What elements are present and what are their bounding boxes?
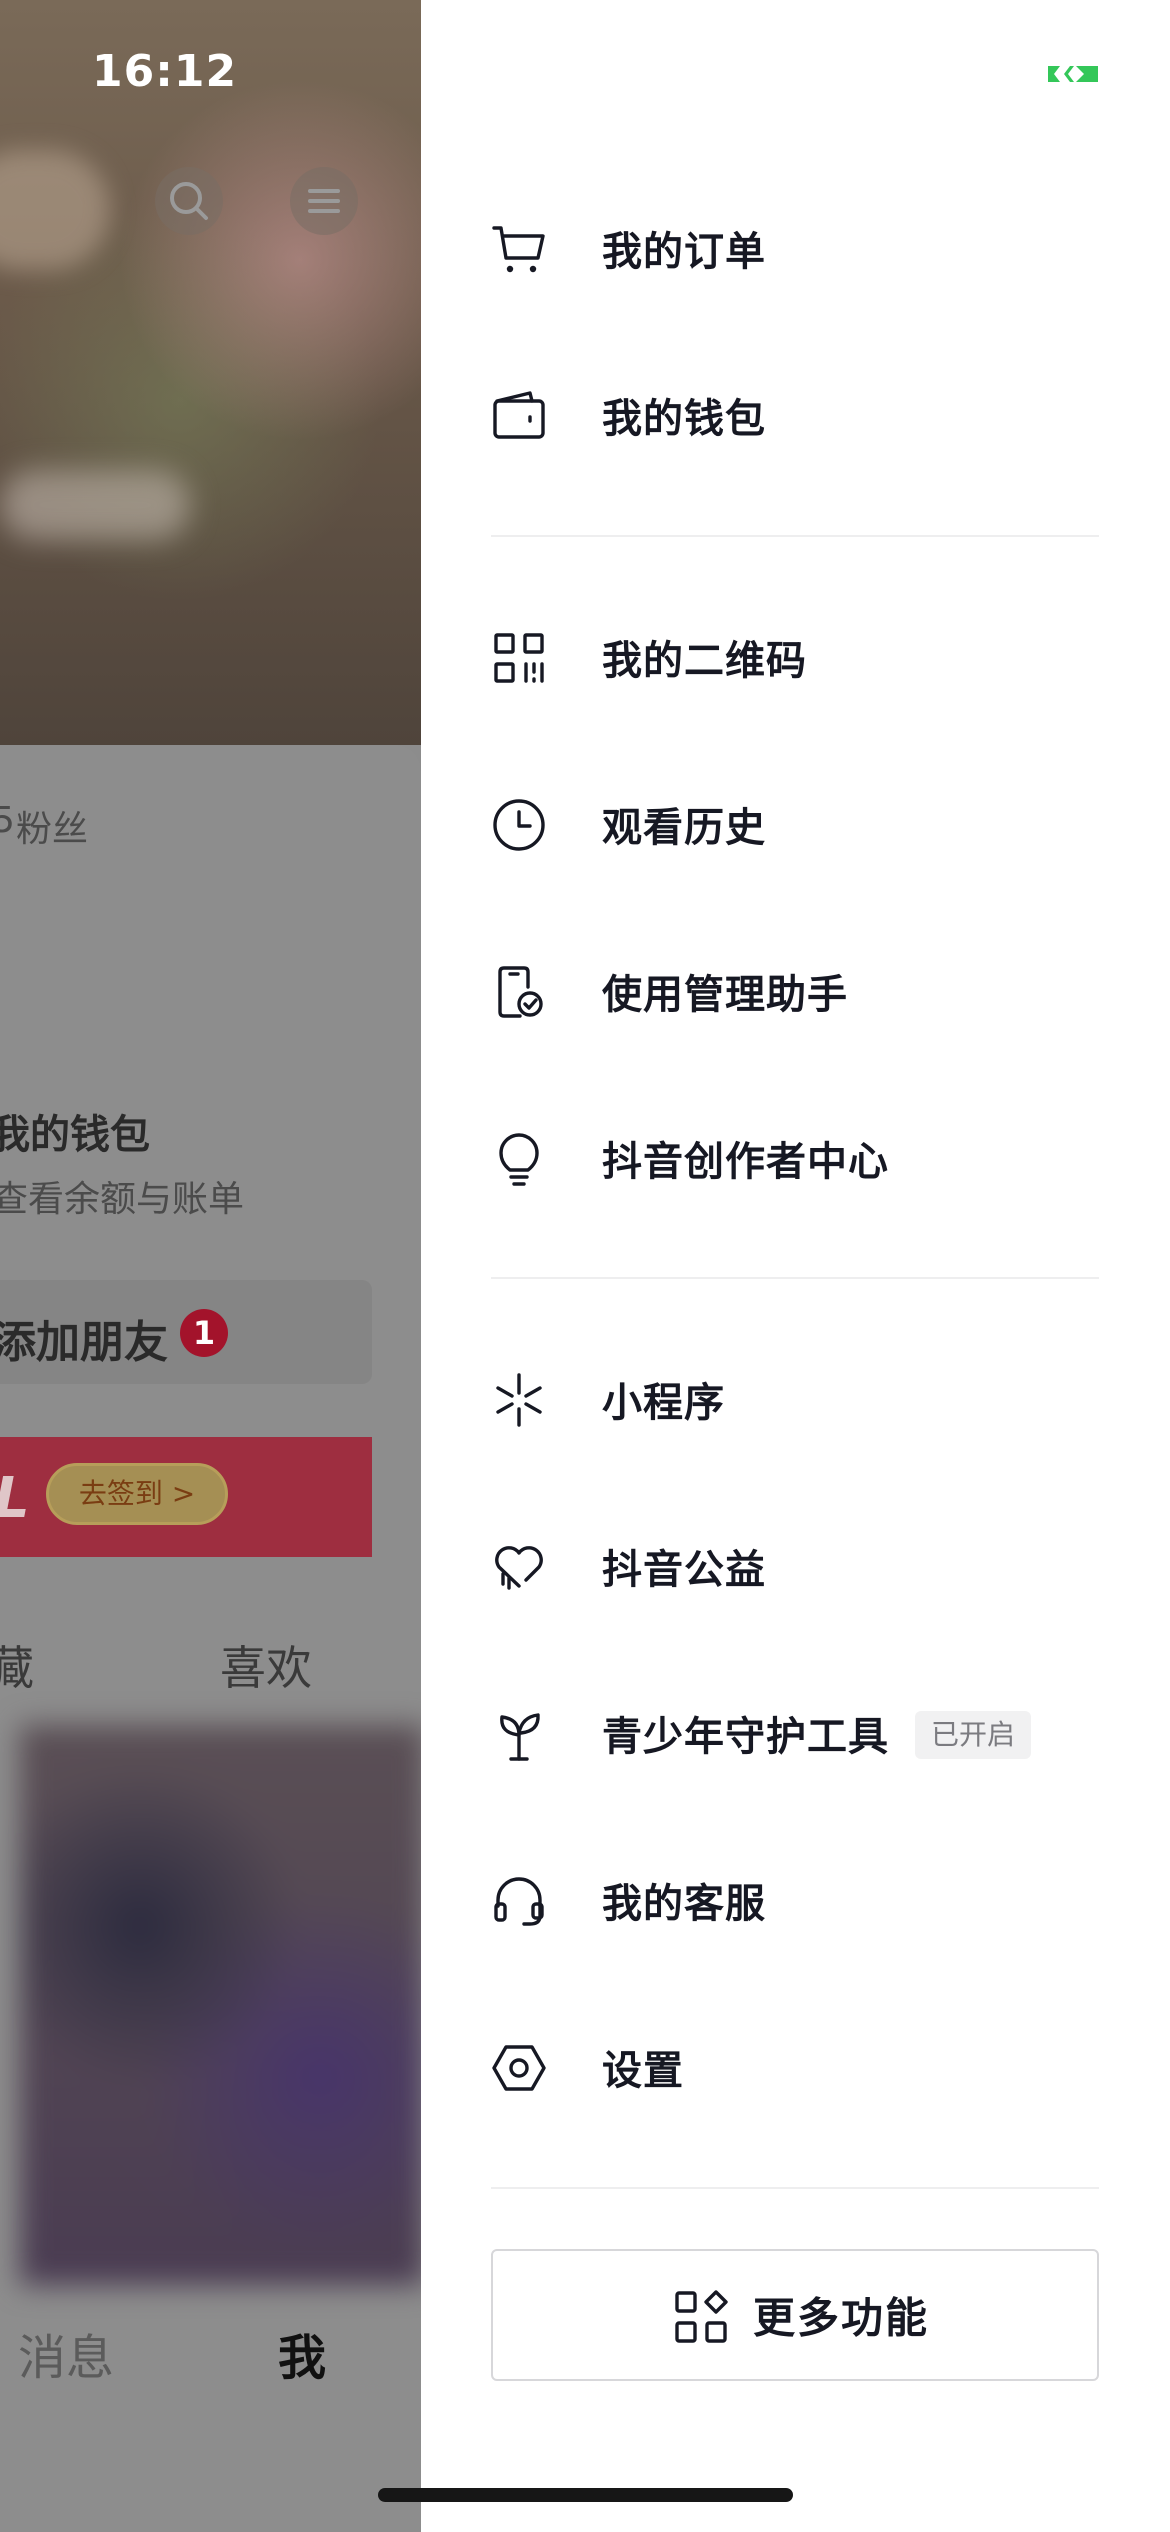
- menu-item-settings[interactable]: 设置: [490, 2017, 1110, 2117]
- profile-cover: 16:12: [0, 0, 421, 745]
- sprout-icon: [500, 1713, 540, 1761]
- more-features-label: 更多功能: [753, 2293, 930, 2343]
- qr-code-icon: [494, 633, 544, 683]
- video-thumbnail[interactable]: [20, 1725, 421, 2285]
- fans-label: 粉丝: [16, 809, 89, 850]
- background-profile-page: 16:12 5 粉丝 我的钱包 查看余额与账单 添加朋友 1 L 去签到 > 藏…: [0, 0, 421, 2532]
- wallet-icon: [493, 391, 545, 439]
- nav-me[interactable]: 我: [278, 2318, 326, 2388]
- apps-grid-icon: [675, 2290, 728, 2343]
- nav-messages[interactable]: 消息: [18, 2318, 114, 2388]
- menu-icon[interactable]: [288, 165, 360, 237]
- menu-item-label: 小程序: [602, 1380, 725, 1426]
- divider: [491, 535, 1099, 537]
- notification-badge: 1: [180, 1309, 228, 1357]
- lightbulb-icon: [499, 1133, 539, 1186]
- menu-item-label: 我的客服: [602, 1881, 766, 1927]
- menu-item-qr-code[interactable]: 我的二维码: [490, 607, 1110, 707]
- mini-program-icon: [496, 1373, 542, 1427]
- headset-icon: [494, 1877, 544, 1926]
- search-icon[interactable]: [153, 165, 225, 237]
- wallet-subtitle: 查看余额与账单: [0, 1179, 245, 1220]
- menu-item-label: 使用管理助手: [602, 972, 848, 1018]
- more-features-button[interactable]: 更多功能: [491, 2249, 1099, 2381]
- divider: [491, 1277, 1099, 1279]
- status-time: 16:12: [92, 46, 238, 97]
- menu-item-label: 我的二维码: [602, 638, 807, 684]
- menu-item-watch-history[interactable]: 观看历史: [490, 774, 1110, 874]
- menu-item-usage-manager[interactable]: 使用管理助手: [490, 941, 1110, 1041]
- menu-item-wallet[interactable]: 我的钱包: [490, 365, 1110, 465]
- menu-item-label: 我的订单: [602, 229, 766, 275]
- add-friends-label: 添加朋友: [0, 1317, 168, 1368]
- tab-likes[interactable]: 喜欢: [220, 1632, 312, 1698]
- cart-icon: [492, 226, 545, 273]
- menu-item-customer-service[interactable]: 我的客服: [490, 1850, 1110, 1950]
- menu-item-label: 抖音创作者中心: [602, 1139, 889, 1185]
- menu-item-label: 设置: [602, 2048, 684, 2094]
- clock-icon: [493, 799, 545, 851]
- settings-hexagon-icon: [492, 2045, 546, 2091]
- menu-item-label: 抖音公益: [602, 1547, 766, 1593]
- menu-item-label: 我的钱包: [602, 396, 766, 442]
- menu-item-mini-programs[interactable]: 小程序: [490, 1349, 1110, 1449]
- status-badge: 已开启: [915, 1711, 1031, 1759]
- menu-item-label: 观看历史: [602, 805, 766, 851]
- menu-item-orders[interactable]: 我的订单: [490, 198, 1110, 298]
- menu-item-label: 青少年守护工具: [602, 1714, 889, 1760]
- fans-count: 5: [0, 800, 15, 841]
- home-indicator[interactable]: [378, 2488, 793, 2502]
- tab-favorites[interactable]: 藏: [0, 1632, 34, 1698]
- phone-check-icon: [498, 966, 543, 1018]
- wallet-title: 我的钱包: [0, 1112, 150, 1158]
- divider: [491, 2187, 1099, 2189]
- heart-icon: [495, 1546, 543, 1590]
- sign-in-button[interactable]: 去签到 >: [46, 1463, 228, 1525]
- battery-icon: [1048, 66, 1098, 82]
- banner-letter: L: [0, 1466, 30, 1531]
- menu-item-charity[interactable]: 抖音公益: [490, 1516, 1110, 1616]
- menu-item-creator-center[interactable]: 抖音创作者中心: [490, 1108, 1110, 1208]
